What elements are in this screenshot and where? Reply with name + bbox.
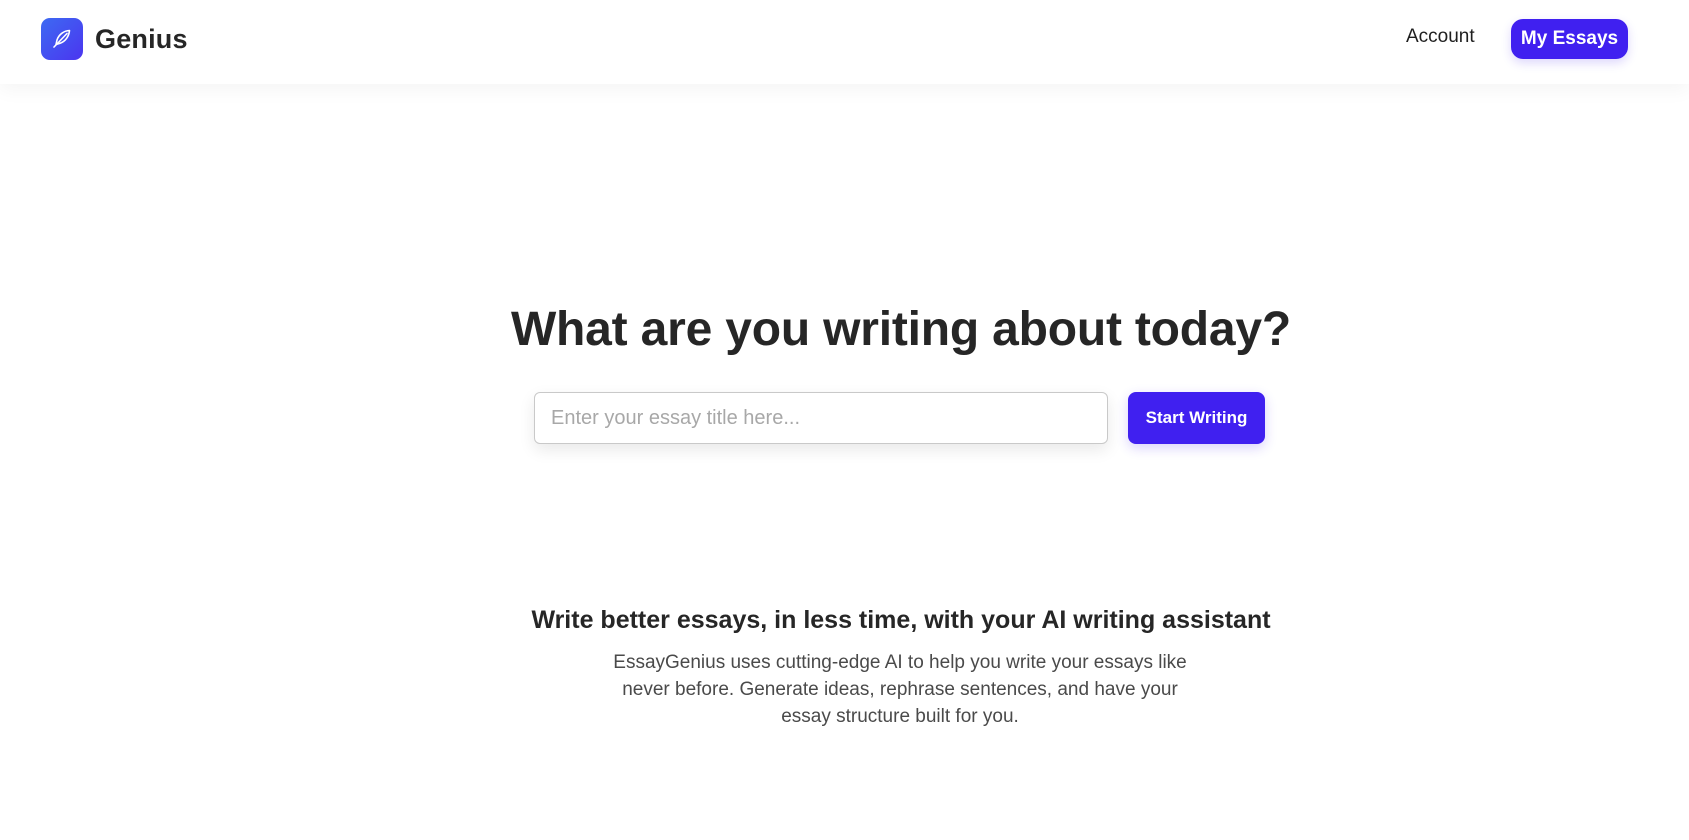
logo [41, 18, 83, 60]
essay-title-input[interactable] [534, 392, 1108, 444]
my-essays-button[interactable]: My Essays [1511, 19, 1628, 59]
top-navigation-bar: Genius Account My Essays [0, 0, 1689, 84]
description: EssayGenius uses cutting-edge AI to help… [613, 652, 1187, 727]
account-link[interactable]: Account [1406, 26, 1475, 48]
hero-title: What are you writing about today? [510, 303, 1292, 356]
tagline: Write better essays, in less time, with … [531, 606, 1271, 634]
brand-name: Genius [95, 23, 188, 54]
start-writing-button[interactable]: Start Writing [1128, 392, 1265, 444]
brand[interactable]: Genius [41, 18, 188, 60]
feather-icon [53, 29, 71, 48]
